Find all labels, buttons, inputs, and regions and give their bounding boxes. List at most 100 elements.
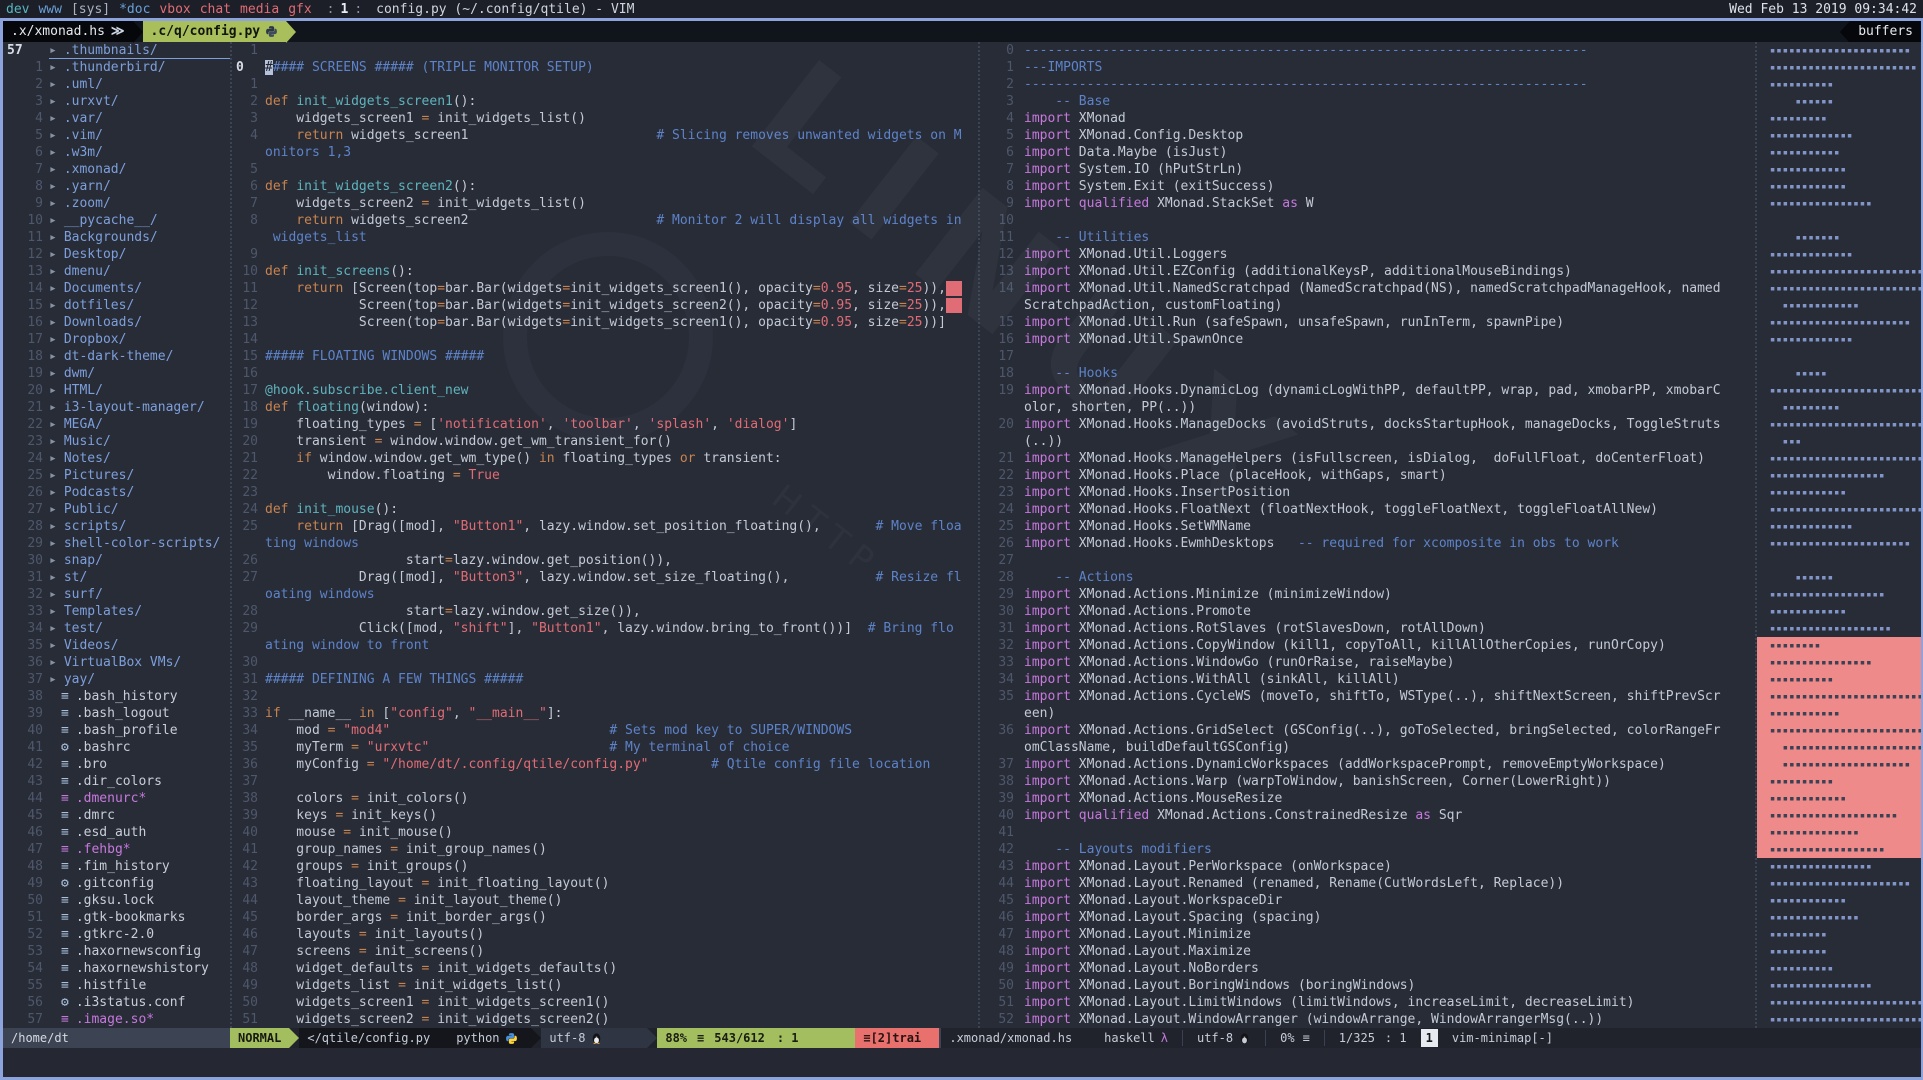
workspace-doc[interactable]: *doc bbox=[119, 2, 150, 17]
code-line[interactable]: 3 -- Base bbox=[980, 93, 1755, 110]
tree-item[interactable]: 28▸scripts/ bbox=[3, 518, 230, 535]
code-line[interactable]: 7import System.IO (hPutStrLn) bbox=[980, 161, 1755, 178]
code-line[interactable]: 34 mod = "mod4" # Sets mod key to SUPER/… bbox=[232, 722, 978, 739]
folder-collapsed-icon[interactable]: ▸ bbox=[49, 433, 57, 450]
code-line[interactable]: 49 widgets_list = init_widgets_list() bbox=[232, 977, 978, 994]
minimap-row[interactable] bbox=[1757, 212, 1921, 229]
minimap-row[interactable]: ▪▪▪▪▪▪▪▪▪▪▪▪ bbox=[1757, 484, 1921, 501]
tree-item[interactable]: 24▸Notes/ bbox=[3, 450, 230, 467]
vim-command-line[interactable] bbox=[3, 1048, 1921, 1077]
minimap-viewport-row[interactable]: ▪▪▪▪▪▪▪▪▪▪▪▪▪▪▪▪ bbox=[1757, 654, 1921, 671]
tree-item[interactable]: 40≡.bash_profile bbox=[3, 722, 230, 739]
code-line[interactable]: 14 bbox=[232, 331, 978, 348]
tree-item[interactable]: 10▸__pycache__/ bbox=[3, 212, 230, 229]
folder-collapsed-icon[interactable]: ▸ bbox=[49, 93, 57, 110]
code-line[interactable]: 41 bbox=[980, 824, 1755, 841]
minimap-viewport-row[interactable]: ▪▪▪▪▪▪▪▪▪▪▪▪▪▪▪▪▪▪▪▪▪▪▪▪ bbox=[1757, 739, 1921, 756]
minimap-row[interactable]: ▪▪▪▪▪▪▪ bbox=[1757, 229, 1921, 246]
tree-item[interactable]: 43≡.dir_colors bbox=[3, 773, 230, 790]
code-line[interactable]: 23 bbox=[232, 484, 978, 501]
minimap-row[interactable]: ▪▪▪▪▪▪▪▪▪▪▪▪▪▪▪▪▪▪▪▪▪▪▪▪▪▪▪▪ bbox=[1757, 280, 1921, 297]
code-line[interactable]: 21import XMonad.Hooks.ManageHelpers (isF… bbox=[980, 450, 1755, 467]
code-line[interactable]: 16import XMonad.Util.SpawnOnce bbox=[980, 331, 1755, 348]
minimap-row[interactable]: ▪▪▪▪▪ bbox=[1757, 365, 1921, 382]
code-line[interactable]: 13import XMonad.Util.EZConfig (additiona… bbox=[980, 263, 1755, 280]
tree-item[interactable]: 12▸Desktop/ bbox=[3, 246, 230, 263]
tree-item[interactable]: 32▸surf/ bbox=[3, 586, 230, 603]
folder-collapsed-icon[interactable]: ▸ bbox=[49, 603, 57, 620]
code-line[interactable]: 16 bbox=[232, 365, 978, 382]
minimap-row[interactable]: ▪▪▪▪▪▪▪▪▪ bbox=[1757, 943, 1921, 960]
folder-collapsed-icon[interactable]: ▸ bbox=[49, 110, 57, 127]
tree-item[interactable]: 33▸Templates/ bbox=[3, 603, 230, 620]
code-line[interactable]: 32import XMonad.Actions.CopyWindow (kill… bbox=[980, 637, 1755, 654]
tab-xmonad-hs[interactable]: .x/xmonad.hs ≫ bbox=[3, 21, 133, 42]
minimap-row[interactable]: ▪▪▪▪▪▪ bbox=[1757, 93, 1921, 110]
tree-item[interactable]: 52≡.gtkrc-2.0 bbox=[3, 926, 230, 943]
code-line[interactable]: 30 bbox=[232, 654, 978, 671]
minimap-row[interactable]: ▪▪▪▪▪▪▪▪▪▪▪▪▪▪▪▪▪▪▪▪▪▪▪ bbox=[1757, 59, 1921, 76]
code-line[interactable]: 20 transient = window.window.get_wm_tran… bbox=[232, 433, 978, 450]
tree-item[interactable]: 56⚙.i3status.conf bbox=[3, 994, 230, 1011]
tree-item[interactable]: 47≡.fehbg* bbox=[3, 841, 230, 858]
code-line[interactable]: 42 groups = init_groups() bbox=[232, 858, 978, 875]
tree-item[interactable]: 31▸st/ bbox=[3, 569, 230, 586]
minimap-row[interactable]: ▪▪▪▪▪▪▪▪▪▪▪▪ bbox=[1757, 892, 1921, 909]
tree-item[interactable]: 36▸VirtualBox VMs/ bbox=[3, 654, 230, 671]
code-line[interactable]: 40 mouse = init_mouse() bbox=[232, 824, 978, 841]
code-line[interactable]: 33import XMonad.Actions.WindowGo (runOrR… bbox=[980, 654, 1755, 671]
code-line[interactable]: 9 bbox=[232, 246, 978, 263]
minimap-row[interactable]: ▪▪▪▪▪▪▪▪▪▪▪▪▪▪▪▪▪▪▪▪▪▪ bbox=[1757, 875, 1921, 892]
folder-collapsed-icon[interactable]: ▸ bbox=[49, 144, 57, 161]
code-line[interactable]: 23import XMonad.Hooks.InsertPosition bbox=[980, 484, 1755, 501]
folder-collapsed-icon[interactable]: ▸ bbox=[49, 399, 57, 416]
minimap-row[interactable]: ▪▪▪▪▪▪▪▪▪ bbox=[1757, 110, 1921, 127]
code-line[interactable]: ting windows bbox=[232, 535, 978, 552]
code-line[interactable]: 4 return widgets_screen1 # Slicing remov… bbox=[232, 127, 978, 144]
code-line[interactable]: 44 layout_theme = init_layout_theme() bbox=[232, 892, 978, 909]
tree-item-cursor[interactable]: 57▸.thumbnails/ bbox=[3, 42, 230, 59]
minimap-row[interactable]: ▪▪▪▪▪▪▪▪▪▪▪▪ bbox=[1757, 297, 1921, 314]
workspace-dev[interactable]: dev bbox=[6, 2, 29, 17]
tree-item[interactable]: 15▸dotfiles/ bbox=[3, 297, 230, 314]
code-line[interactable]: ating window to front bbox=[232, 637, 978, 654]
code-line[interactable]: 8import System.Exit (exitSuccess) bbox=[980, 178, 1755, 195]
tree-item[interactable]: 1▸.thunderbird/ bbox=[3, 59, 230, 76]
tree-item[interactable]: 8▸.yarn/ bbox=[3, 178, 230, 195]
code-line[interactable]: 2def init_widgets_screen1(): bbox=[232, 93, 978, 110]
folder-collapsed-icon[interactable]: ▸ bbox=[49, 467, 57, 484]
tree-item[interactable]: 4▸.var/ bbox=[3, 110, 230, 127]
folder-collapsed-icon[interactable]: ▸ bbox=[49, 518, 57, 535]
tree-item[interactable]: 51≡.gtk-bookmarks bbox=[3, 909, 230, 926]
code-line[interactable]: 12 Screen(top=bar.Bar(widgets=init_widge… bbox=[232, 297, 978, 314]
minimap-row[interactable]: ▪▪▪▪▪▪▪▪▪ bbox=[1757, 399, 1921, 416]
code-line[interactable]: 10def init_screens(): bbox=[232, 263, 978, 280]
minimap-row[interactable]: ▪▪▪▪▪▪▪▪▪▪▪▪▪▪▪▪▪▪▪▪▪▪▪▪▪▪ bbox=[1757, 450, 1921, 467]
folder-collapsed-icon[interactable]: ▸ bbox=[49, 348, 57, 365]
tree-item[interactable]: 44≡.dmenurc* bbox=[3, 790, 230, 807]
tree-item[interactable]: 5▸.vim/ bbox=[3, 127, 230, 144]
minimap-viewport-row[interactable]: ▪▪▪▪▪▪▪▪▪▪▪▪▪▪▪▪▪▪▪▪ bbox=[1757, 807, 1921, 824]
folder-collapsed-icon[interactable]: ▸ bbox=[49, 263, 57, 280]
folder-collapsed-icon[interactable]: ▸ bbox=[49, 671, 57, 688]
folder-collapsed-icon[interactable]: ▸ bbox=[49, 280, 57, 297]
code-line[interactable]: 17 bbox=[980, 348, 1755, 365]
code-line[interactable]: onitors 1,3 bbox=[232, 144, 978, 161]
minimap-row[interactable]: ▪▪▪▪▪▪▪▪▪▪▪▪▪▪▪▪ bbox=[1757, 977, 1921, 994]
folder-collapsed-icon[interactable]: ▸ bbox=[49, 535, 57, 552]
code-line[interactable]: 13 Screen(top=bar.Bar(widgets=init_widge… bbox=[232, 314, 978, 331]
code-line[interactable]: 1 bbox=[232, 42, 978, 59]
tree-item[interactable]: 41⚙.bashrc bbox=[3, 739, 230, 756]
code-line[interactable]: 28 -- Actions bbox=[980, 569, 1755, 586]
minimap-viewport-row[interactable]: ▪▪▪▪▪▪▪▪▪▪▪▪▪▪▪▪▪▪▪▪ bbox=[1757, 756, 1921, 773]
tree-item[interactable]: 48≡.fim_history bbox=[3, 858, 230, 875]
code-line[interactable]: 35import XMonad.Actions.CycleWS (moveTo,… bbox=[980, 688, 1755, 705]
workspace-vbox[interactable]: vbox bbox=[159, 2, 190, 17]
minimap-viewport-row[interactable]: ▪▪▪▪▪▪▪▪▪▪▪▪▪▪▪▪▪▪▪▪▪▪▪▪▪▪ bbox=[1757, 722, 1921, 739]
folder-collapsed-icon[interactable]: ▸ bbox=[49, 416, 57, 433]
code-line[interactable]: 11 return [Screen(top=bar.Bar(widgets=in… bbox=[232, 280, 978, 297]
code-line[interactable]: 46import XMonad.Layout.Spacing (spacing) bbox=[980, 909, 1755, 926]
code-line[interactable]: 39import XMonad.Actions.MouseResize bbox=[980, 790, 1755, 807]
minimap-viewport-row[interactable]: ▪▪▪▪▪▪▪▪▪▪▪ bbox=[1757, 705, 1921, 722]
minimap-row[interactable]: ▪▪▪▪▪▪▪▪▪▪▪▪▪▪▪▪▪▪▪▪▪▪ bbox=[1757, 535, 1921, 552]
